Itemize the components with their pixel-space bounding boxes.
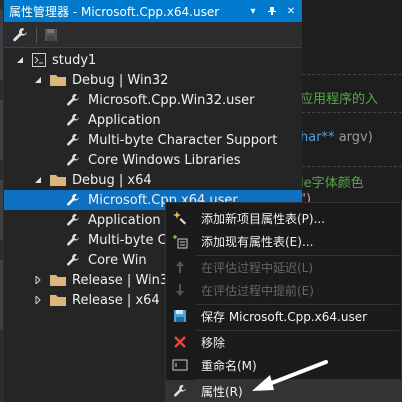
- vertical-tab[interactable]: [0, 100, 3, 160]
- arrow-up-icon: [172, 259, 188, 275]
- code-signature: har** argv): [302, 130, 373, 145]
- close-icon[interactable]: ✕: [283, 3, 299, 19]
- tree-item-debug-win32[interactable]: Debug | Win32: [32, 70, 168, 90]
- editor-divider: [302, 166, 402, 167]
- project-icon: [32, 53, 46, 67]
- wrench-icon: [66, 113, 80, 127]
- folder-icon: [50, 174, 66, 186]
- panel-toolbar: [4, 22, 302, 48]
- tree-item-label: Microsoft.Cpp.Win32.user: [88, 92, 255, 108]
- menu-item-label: 移除: [201, 335, 226, 350]
- expanded-arrow-icon[interactable]: [32, 74, 44, 86]
- code-comment: 应用程序的入: [302, 92, 379, 107]
- menu-item-label: 在评估过程中延迟(L): [201, 260, 314, 275]
- code-comment: le字体颜色: [302, 176, 364, 191]
- tree-item-label: Core Win: [88, 252, 147, 268]
- tree-item-label: Core Windows Libraries: [88, 152, 241, 168]
- editor-divider: [302, 112, 402, 113]
- wrench-icon: [66, 193, 80, 207]
- menu-item-save[interactable]: 保存 Microsoft.Cpp.x64.user: [166, 305, 401, 327]
- wrench-icon: [66, 133, 80, 147]
- folder-icon: [50, 294, 66, 306]
- menu-item-label: 在评估过程中提前(E): [201, 283, 314, 298]
- collapsed-arrow-icon[interactable]: [32, 294, 44, 306]
- vertical-tab[interactable]: [0, 260, 3, 330]
- menu-item-move-later[interactable]: 在评估过程中延迟(L): [166, 256, 401, 278]
- menu-item-label: 保存 Microsoft.Cpp.x64.user: [201, 309, 368, 324]
- menu-item-label: 重命名(M): [201, 358, 257, 373]
- tree-item-label: study1: [52, 52, 97, 68]
- tree-item-debug-x64[interactable]: Debug | x64: [32, 170, 152, 190]
- expanded-arrow-icon[interactable]: [14, 54, 26, 66]
- panel-title: 属性管理器 - Microsoft.Cpp.x64.user: [9, 4, 220, 19]
- wrench-icon: [66, 153, 80, 167]
- folder-icon: [50, 274, 66, 286]
- menu-item-add-new-sheet[interactable]: 添加新项目属性表(P)...: [166, 207, 401, 229]
- tree-item-label: Multi-byte Ch: [88, 232, 175, 248]
- save-icon: [172, 308, 188, 324]
- add-new-sheet-icon: [172, 210, 188, 226]
- collapsed-arrow-icon[interactable]: [32, 274, 44, 286]
- save-icon[interactable]: [41, 25, 61, 45]
- tree-item-sheet[interactable]: Multi-byte Ch: [66, 230, 175, 250]
- annotation-arrow-icon: [252, 360, 328, 391]
- tree-item-release-win32[interactable]: Release | Win32: [32, 270, 176, 290]
- folder-icon: [50, 74, 66, 86]
- vertical-tab[interactable]: [0, 10, 3, 80]
- pin-icon[interactable]: [264, 3, 280, 19]
- tree-item-sheet[interactable]: Microsoft.Cpp.Win32.user: [66, 90, 254, 110]
- dropdown-icon[interactable]: ▾: [245, 3, 261, 19]
- tree-item-sheet[interactable]: Application: [66, 210, 161, 230]
- tree-item-project[interactable]: study1: [14, 50, 96, 70]
- tree-item-label: Release | Win32: [72, 272, 177, 288]
- tree-item-label: Debug | Win32: [72, 72, 169, 88]
- menu-item-label: 属性(R): [201, 384, 243, 399]
- editor-divider: [302, 74, 402, 75]
- wrench-icon: [66, 213, 80, 227]
- menu-item-move-earlier[interactable]: 在评估过程中提前(E): [166, 279, 401, 301]
- panel-title-bar[interactable]: 属性管理器 - Microsoft.Cpp.x64.user ▾ ✕: [4, 0, 302, 22]
- menu-item-label: 添加新项目属性表(P)...: [201, 211, 326, 226]
- add-existing-sheet-icon: [172, 233, 188, 249]
- tree-item-label: Application: [88, 112, 161, 128]
- tree-item-sheet[interactable]: Application: [66, 110, 161, 130]
- remove-icon: [172, 334, 188, 350]
- tree-item-label: Release | x64: [72, 292, 160, 308]
- rename-icon: [172, 357, 188, 373]
- menu-item-remove[interactable]: 移除: [166, 331, 401, 353]
- tree-item-sheet[interactable]: Multi-byte Character Support: [66, 130, 277, 150]
- wrench-icon: [66, 233, 80, 247]
- tree-item-label: Multi-byte Character Support: [88, 132, 278, 148]
- tree-item-sheet[interactable]: Core Win: [66, 250, 147, 270]
- expanded-arrow-icon[interactable]: [32, 174, 44, 186]
- menu-item-label: 添加现有属性表(E)...: [201, 234, 314, 249]
- wrench-icon: [66, 253, 80, 267]
- tree-item-label: Debug | x64: [72, 172, 152, 188]
- tree-item-label: Application: [88, 212, 161, 228]
- tree-item-sheet[interactable]: Core Windows Libraries: [66, 150, 241, 170]
- wrench-icon[interactable]: [10, 25, 30, 45]
- wrench-icon: [66, 93, 80, 107]
- wrench-icon: [172, 383, 188, 399]
- arrow-down-icon: [172, 282, 188, 298]
- tree-item-release-x64[interactable]: Release | x64: [32, 290, 160, 310]
- toolbar-separator: [36, 26, 37, 43]
- vertical-tab[interactable]: [0, 180, 3, 240]
- menu-item-add-existing-sheet[interactable]: 添加现有属性表(E)...: [166, 230, 401, 252]
